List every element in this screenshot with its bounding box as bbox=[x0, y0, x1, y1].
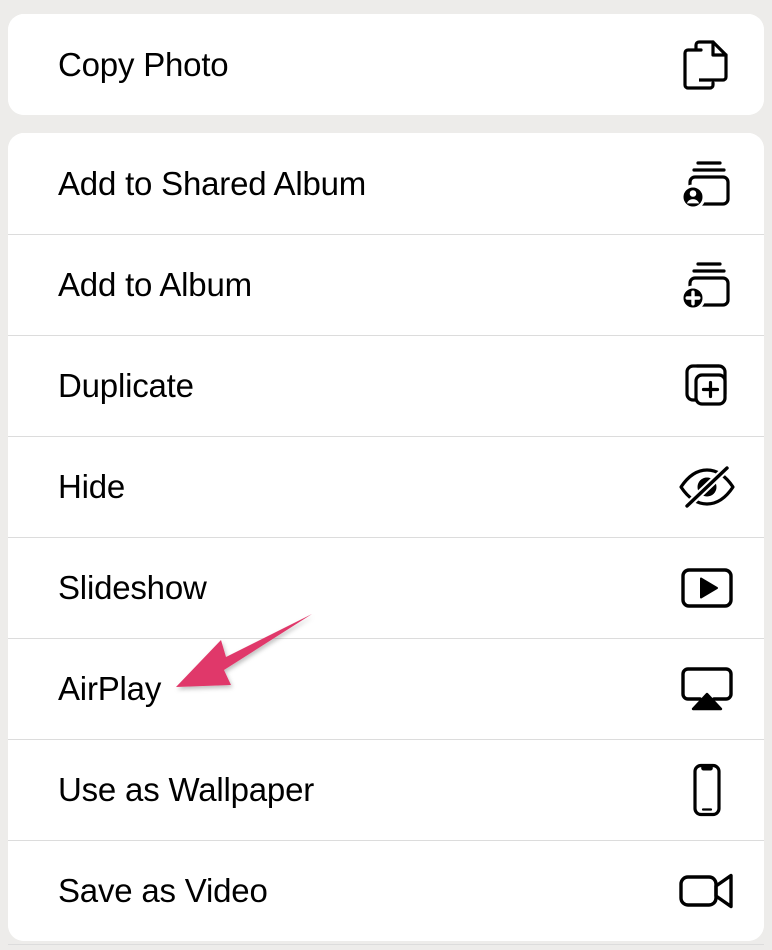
menu-item-airplay[interactable]: AirPlay bbox=[8, 638, 764, 739]
menu-item-label: Slideshow bbox=[58, 569, 207, 606]
menu-item-label: AirPlay bbox=[58, 670, 162, 707]
list-bottom-separator bbox=[8, 944, 764, 945]
menu-item-slideshow[interactable]: Slideshow bbox=[8, 537, 764, 638]
menu-item-copy-photo[interactable]: Copy Photo bbox=[8, 14, 764, 115]
menu-item-duplicate[interactable]: Duplicate bbox=[8, 335, 764, 436]
menu-item-label: Add to Album bbox=[58, 266, 252, 303]
duplicate-plus-icon bbox=[676, 355, 738, 417]
menu-item-add-to-shared-album[interactable]: Add to Shared Album bbox=[8, 133, 764, 234]
airplay-icon bbox=[676, 658, 738, 720]
menu-item-save-as-video[interactable]: Save as Video bbox=[8, 840, 764, 941]
photo-action-menu-sheet: Copy Photo Add to Shared Album Add to Al… bbox=[0, 0, 772, 950]
menu-item-label: Copy Photo bbox=[58, 46, 229, 83]
menu-item-hide[interactable]: Hide bbox=[8, 436, 764, 537]
menu-group-photo-actions: Add to Shared Album Add to Album Duplica… bbox=[8, 133, 764, 941]
video-camera-icon bbox=[676, 860, 738, 922]
menu-item-add-to-album[interactable]: Add to Album bbox=[8, 234, 764, 335]
copy-documents-icon bbox=[676, 34, 738, 96]
play-rectangle-icon bbox=[676, 557, 738, 619]
album-plus-icon bbox=[676, 254, 738, 316]
menu-group-copy: Copy Photo bbox=[8, 14, 764, 115]
menu-item-label: Add to Shared Album bbox=[58, 165, 367, 202]
menu-item-label: Save as Video bbox=[58, 872, 268, 909]
menu-item-label: Hide bbox=[58, 468, 126, 505]
menu-item-label: Use as Wallpaper bbox=[58, 771, 315, 808]
shared-album-person-icon bbox=[676, 153, 738, 215]
eye-slash-icon bbox=[676, 456, 738, 518]
menu-item-use-as-wallpaper[interactable]: Use as Wallpaper bbox=[8, 739, 764, 840]
menu-item-label: Duplicate bbox=[58, 367, 194, 404]
iphone-icon bbox=[676, 759, 738, 821]
